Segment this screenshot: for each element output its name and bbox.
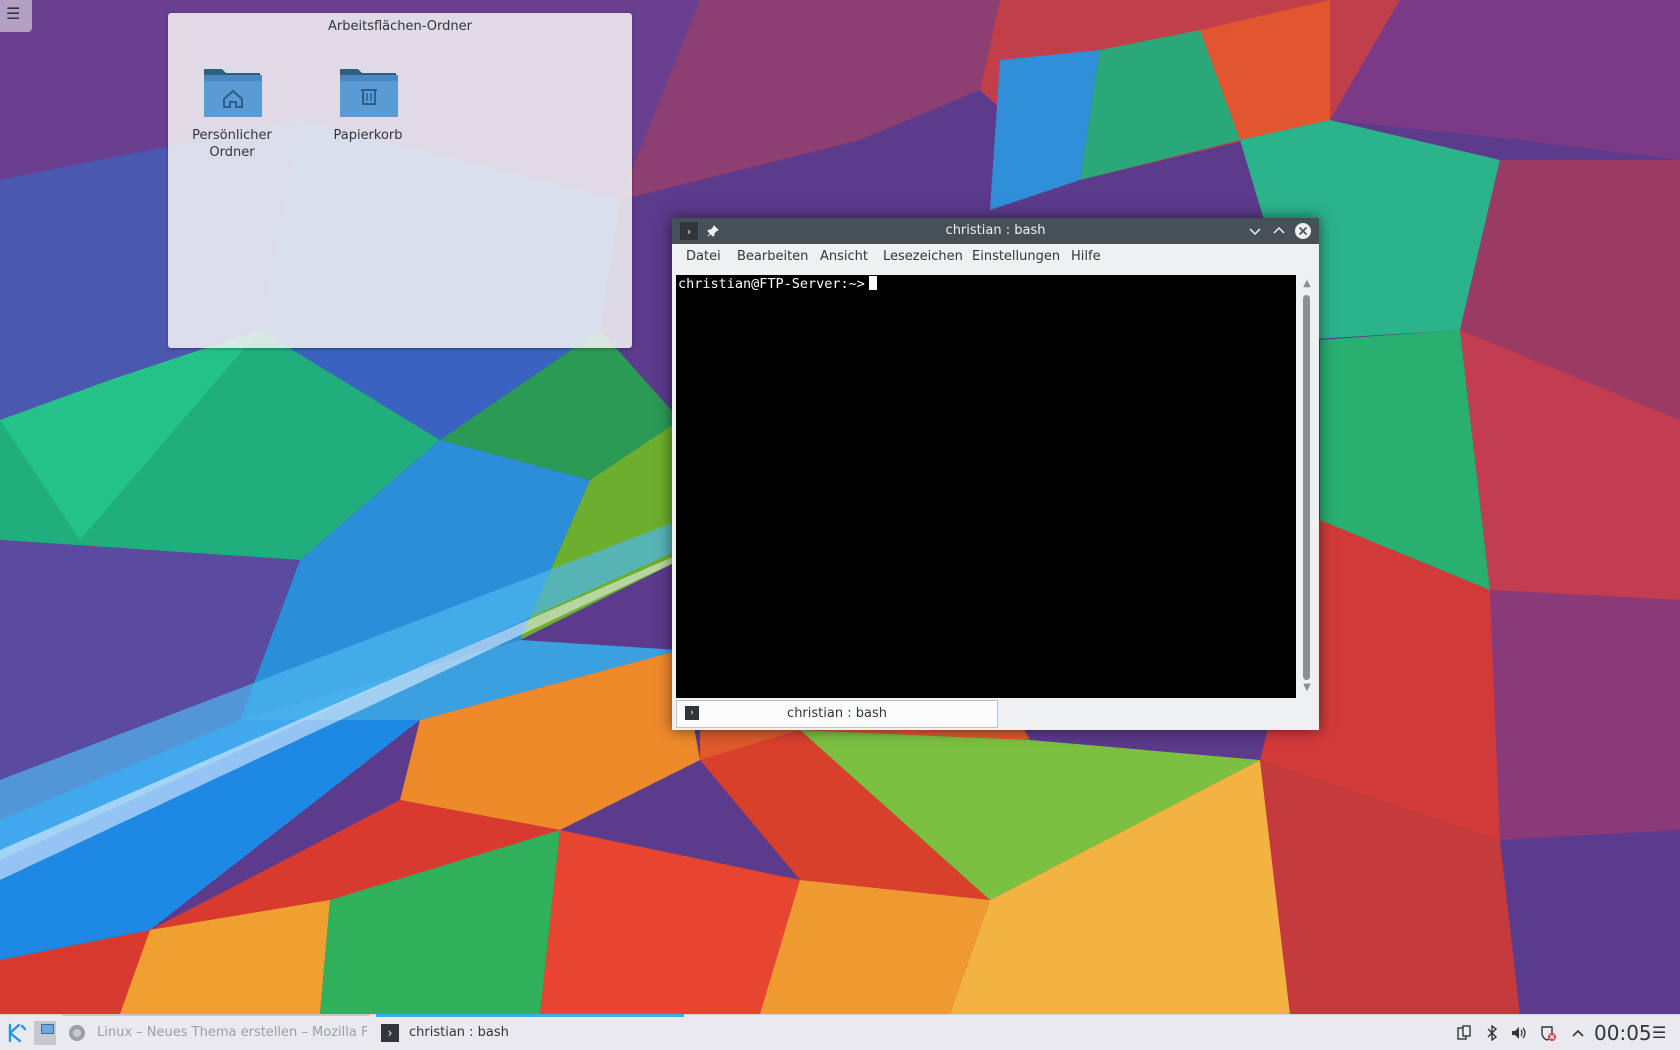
terminal-cursor [868, 276, 877, 290]
pager-window-preview [41, 1024, 54, 1034]
scroll-up-arrow-icon[interactable]: ▲ [1299, 278, 1315, 289]
scrollbar-thumb[interactable] [1303, 295, 1310, 680]
desktop-item-home[interactable]: Persönlicher Ordner [172, 59, 292, 161]
desktop-item-label-line2: Ordner [209, 145, 255, 160]
desktop-toolbox-button[interactable]: ☰ [0, 0, 32, 32]
menubar: Datei Bearbeiten Ansicht Lesezeichen Ein… [672, 244, 1319, 268]
menu-hilfe[interactable]: Hilfe [1071, 249, 1101, 264]
task-indicator [376, 1014, 684, 1017]
application-launcher-button[interactable] [6, 1022, 28, 1044]
menu-einstellungen[interactable]: Einstellungen [972, 249, 1060, 264]
trash-folder-icon [336, 59, 400, 123]
close-button[interactable] [1294, 222, 1312, 240]
task-indicator [62, 1014, 370, 1016]
folder-view-title: Arbeitsflächen-Ordner [328, 19, 472, 34]
terminal-prompt: christian@FTP-Server:~> [678, 276, 865, 292]
hamburger-icon: ☰ [6, 4, 21, 23]
digital-clock[interactable]: 00:05 [1594, 1021, 1652, 1045]
virtual-desktop-pager[interactable] [34, 1021, 56, 1045]
task-firefox[interactable]: Linux – Neues Thema erstellen – Mozilla … [62, 1014, 370, 1050]
menu-datei[interactable]: Datei [686, 249, 721, 264]
tray-expand-chevron-up-icon[interactable] [1569, 1024, 1587, 1042]
bluetooth-icon[interactable] [1483, 1024, 1501, 1042]
minimize-button[interactable] [1246, 222, 1264, 240]
taskbar-panel: Linux – Neues Thema erstellen – Mozilla … [0, 1014, 1680, 1050]
menu-ansicht[interactable]: Ansicht [820, 249, 868, 264]
task-label: christian : bash [409, 1025, 509, 1040]
tab-bar: › christian : bash [676, 700, 1319, 728]
firefox-icon [69, 1025, 85, 1041]
konsole-window: › christian : bash Datei Bearbeiten Ansi… [672, 218, 1319, 730]
update-shield-icon[interactable] [1539, 1024, 1557, 1042]
desktop-item-label-line1: Persönlicher [192, 128, 272, 143]
tab-label: christian : bash [787, 706, 887, 721]
terminal-prompt-line: christian@FTP-Server:~> [678, 276, 877, 292]
desktop: ☰ Arbeitsflächen-Ordner Persönlicher Ord… [0, 0, 1680, 1050]
terminal-icon: › [381, 1024, 399, 1042]
task-konsole[interactable]: › christian : bash [376, 1014, 684, 1050]
desktop-item-label: Persönlicher Ordner [172, 127, 292, 161]
device-notifier-icon[interactable] [1455, 1024, 1473, 1042]
terminal-display[interactable]: christian@FTP-Server:~> [676, 275, 1296, 698]
desktop-item-trash[interactable]: Papierkorb [308, 59, 428, 144]
desktop-item-label: Papierkorb [308, 127, 428, 144]
window-titlebar[interactable]: › christian : bash [672, 218, 1319, 244]
terminal-scrollbar[interactable]: ▲ ▼ [1299, 275, 1315, 698]
maximize-button[interactable] [1270, 222, 1288, 240]
desktop-item-label-line1: Papierkorb [333, 128, 403, 143]
close-icon [1295, 223, 1311, 239]
volume-icon[interactable] [1510, 1024, 1528, 1042]
kde-logo-icon [8, 1023, 27, 1043]
tab-christian-bash[interactable]: › christian : bash [676, 700, 998, 728]
scroll-down-arrow-icon[interactable]: ▼ [1299, 682, 1315, 693]
window-title: christian : bash [945, 223, 1046, 238]
chevron-up-icon [1273, 226, 1285, 234]
task-label: Linux – Neues Thema erstellen – Mozilla … [97, 1025, 367, 1040]
chevron-down-icon [1249, 228, 1261, 236]
folder-view-widget: Arbeitsflächen-Ordner Persönlicher Ordne… [168, 13, 632, 348]
menu-lesezeichen[interactable]: Lesezeichen [883, 249, 963, 264]
panel-settings-hamburger-icon[interactable]: ☰ [1652, 1023, 1666, 1042]
menu-bearbeiten[interactable]: Bearbeiten [737, 249, 808, 264]
home-folder-icon [200, 59, 264, 123]
